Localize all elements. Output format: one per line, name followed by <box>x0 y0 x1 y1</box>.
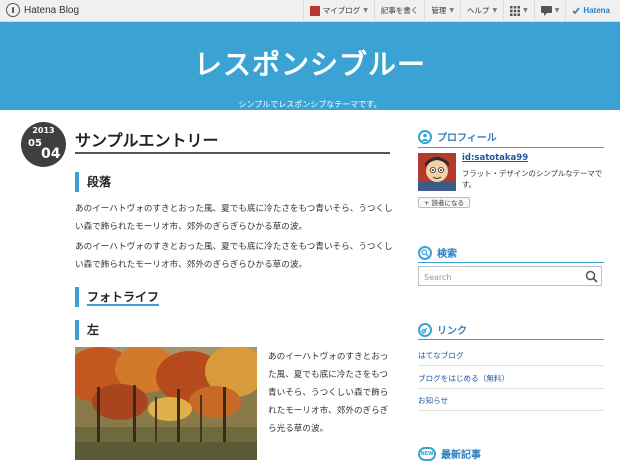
profile-heading-text: プロフィール <box>437 133 497 144</box>
hatena-blog-logo[interactable]: Hatena Blog <box>6 3 79 17</box>
write-entry-label: 記事を書く <box>380 6 419 15</box>
my-blog-menu[interactable]: マイブログ ▼ <box>302 0 374 21</box>
new-icon: NEW <box>418 446 436 461</box>
profile-avatar[interactable] <box>418 153 456 191</box>
my-blog-label: マイブログ <box>322 6 361 15</box>
dropdown-arrow-icon: ▼ <box>363 7 368 14</box>
autumn-trees-photo[interactable] <box>75 347 257 460</box>
section-heading-left: 左 <box>75 320 99 340</box>
search-box <box>418 266 602 286</box>
plus-icon: + <box>424 199 430 207</box>
link-icon <box>418 322 432 337</box>
help-label: ヘルプ <box>466 6 490 15</box>
search-heading-divider <box>418 262 604 263</box>
entry-title-divider <box>75 152 390 154</box>
hatena-blog-logo-text: Hatena Blog <box>24 4 80 16</box>
notifications-menu[interactable]: ▼ <box>533 0 566 21</box>
hatena-brand-label: Hatena <box>583 6 610 15</box>
manage-menu[interactable]: 管理 ▼ <box>424 0 460 21</box>
dropdown-arrow-icon: ▼ <box>554 7 560 14</box>
blog-header: レスポンシブルー シンプルでレスポンシブなテーマです。 <box>0 22 620 110</box>
profile-avatar-image <box>418 153 456 191</box>
profile-description: フラット・デザインのシンプルなテーマです。 <box>462 169 603 189</box>
help-menu[interactable]: ヘルプ ▼ <box>459 0 503 21</box>
subscribe-button-label: 読者になる <box>431 199 465 207</box>
entry-date-day: 04 <box>41 146 61 162</box>
links-heading-divider <box>418 339 604 340</box>
write-entry-link[interactable]: 記事を書く <box>373 0 425 21</box>
link-news[interactable]: お知らせ <box>418 395 604 406</box>
recent-entries-heading-text: 最新記事 <box>441 450 481 461</box>
entry-paragraph-2: あのイーハトヴォのすきとおった風、夏でも底に冷たさをもつ青いそら、うつくしい森で… <box>75 242 393 270</box>
section-heading-photolife-text: フォトライフ <box>87 290 160 306</box>
section-heading-paragraph: 段落 <box>75 172 111 192</box>
entry-date-month: 05 <box>28 138 42 149</box>
link-start-blog[interactable]: ブログをはじめる（無料） <box>418 373 604 384</box>
top-navbar: Hatena Blog マイブログ ▼ 記事を書く 管理 ▼ ヘルプ ▼ ▼ ▼… <box>0 0 620 22</box>
entry-date-year: 2013 <box>32 126 55 135</box>
search-submit-icon[interactable] <box>585 270 598 283</box>
hatena-mark-icon <box>572 7 580 14</box>
dropdown-arrow-icon: ▼ <box>523 7 528 14</box>
grid-icon <box>510 5 521 16</box>
navbar-menu: マイブログ ▼ 記事を書く 管理 ▼ ヘルプ ▼ ▼ ▼ Hatena <box>302 0 616 21</box>
links-heading-text: リンク <box>437 326 467 337</box>
hatena-logo-icon <box>6 3 20 17</box>
links-heading: リンク <box>418 322 467 337</box>
profile-heading-divider <box>418 147 604 148</box>
profile-id-link[interactable]: id:satotaka99 <box>462 153 528 163</box>
blog-description: シンプルでレスポンシブなテーマです。 <box>238 100 382 109</box>
entry-date-badge[interactable]: 2013 05 04 <box>21 122 66 167</box>
link-hatena-blog[interactable]: はてなブログ <box>418 350 604 361</box>
subscribe-button[interactable]: + 読者になる <box>418 197 471 208</box>
section-heading-photolife: フォトライフ <box>75 287 160 307</box>
autumn-trees-image <box>75 347 257 460</box>
user-icon <box>418 129 432 144</box>
photo-caption-text: あのイーハトヴォのすきとおった風、夏でも底に冷たさをもつ青いそら、うつくしい森で… <box>268 352 389 434</box>
entry-title[interactable]: サンプルエントリー <box>75 127 219 151</box>
search-heading-text: 検索 <box>437 249 457 260</box>
dropdown-arrow-icon: ▼ <box>449 7 454 14</box>
user-avatar-icon <box>309 5 320 16</box>
link-divider <box>418 388 604 389</box>
link-divider <box>418 410 604 411</box>
recent-entries-heading: NEW 最新記事 <box>418 446 481 461</box>
profile-heading: プロフィール <box>418 129 497 144</box>
search-icon <box>418 245 432 260</box>
dropdown-arrow-icon: ▼ <box>492 7 498 14</box>
search-heading: 検索 <box>418 245 457 260</box>
speech-bubble-icon <box>540 5 552 16</box>
manage-label: 管理 <box>431 6 447 15</box>
link-divider <box>418 365 604 366</box>
hatena-brand-link[interactable]: Hatena <box>565 0 616 21</box>
entry-paragraph-1: あのイーハトヴォのすきとおった風、夏でも底に冷たさをもつ青いそら、うつくしい森で… <box>75 204 393 232</box>
apps-menu[interactable]: ▼ <box>503 0 534 21</box>
blog-title[interactable]: レスポンシブルー <box>0 43 620 83</box>
search-input[interactable] <box>422 269 576 285</box>
